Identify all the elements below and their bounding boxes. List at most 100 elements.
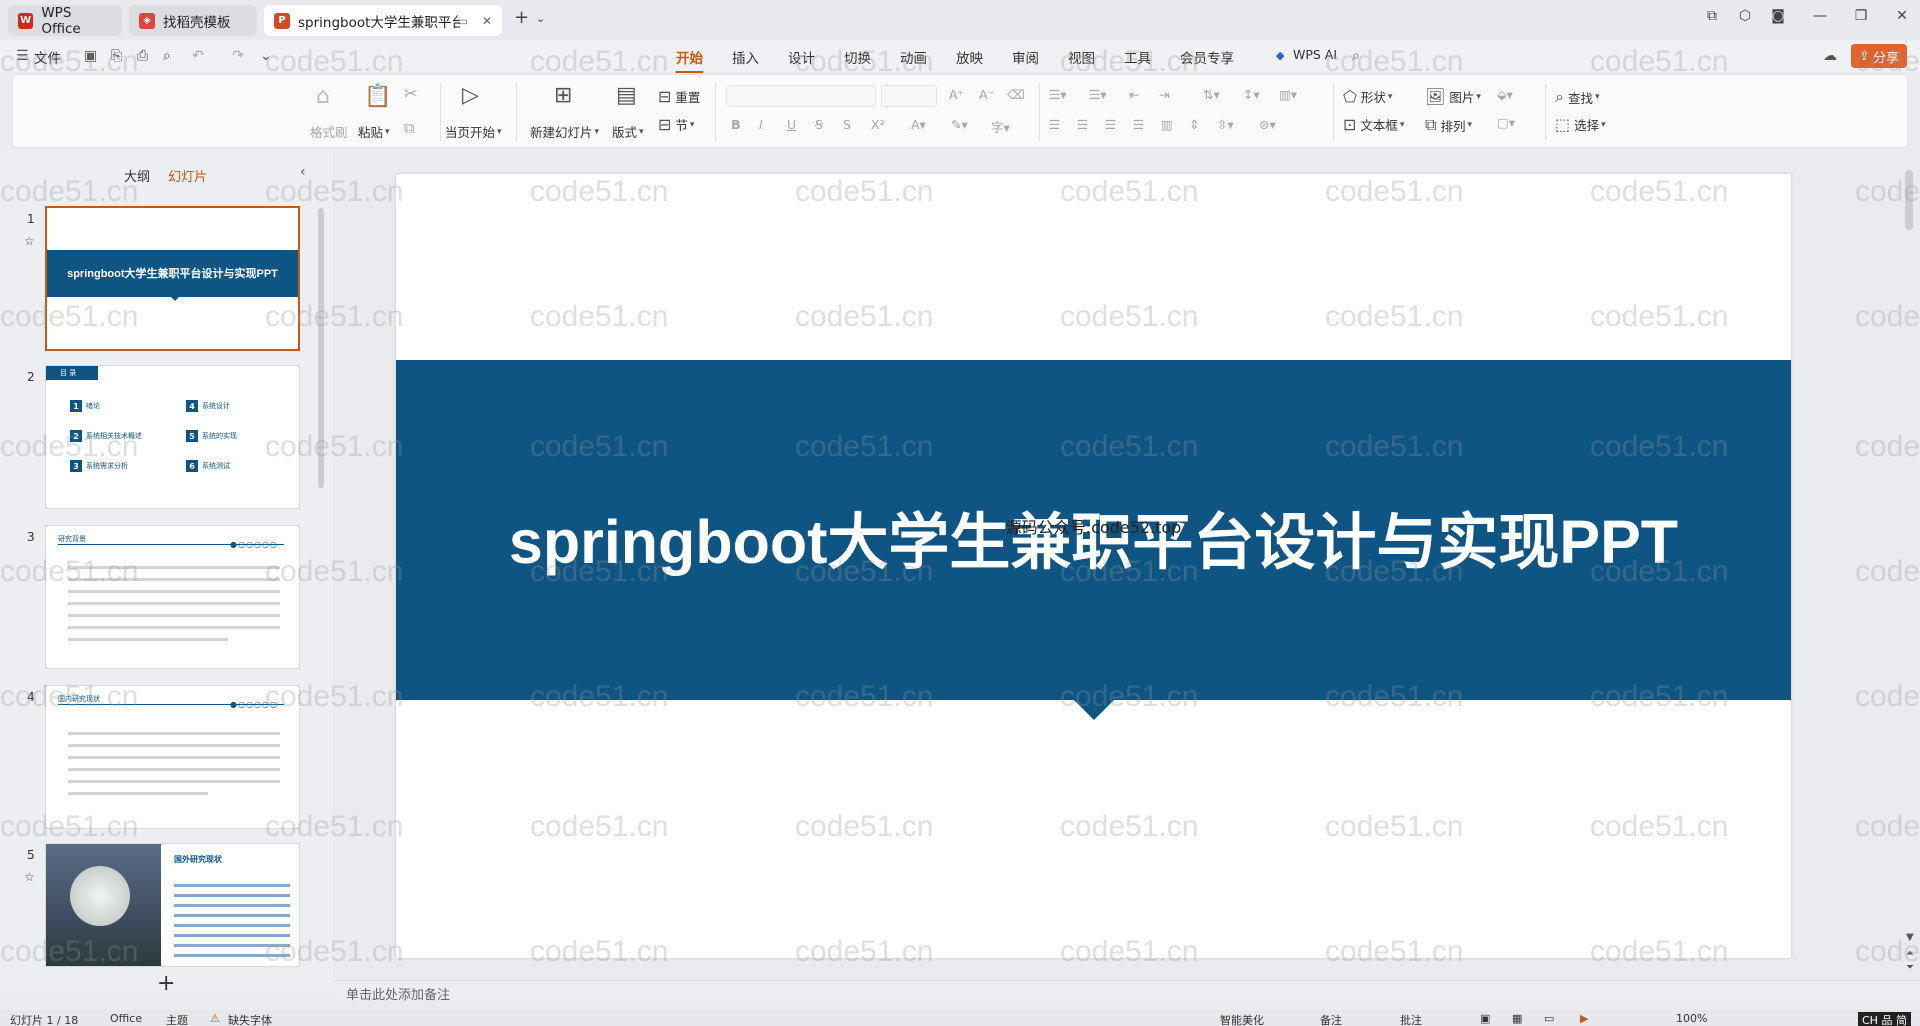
comments-toggle[interactable]: 批注: [1400, 1012, 1422, 1026]
decrease-font-icon[interactable]: A⁻: [979, 87, 994, 102]
shape-button[interactable]: ⬠ 形状 ▾: [1343, 87, 1392, 106]
menu-home[interactable]: 开始: [676, 47, 703, 73]
menu-design[interactable]: 设计: [788, 47, 815, 67]
slide-thumbnail-3[interactable]: 研究背景 ●○○○○○: [45, 525, 300, 669]
menu-wps-ai[interactable]: WPS AI: [1293, 47, 1337, 62]
font-family-select[interactable]: [726, 85, 876, 107]
print-icon[interactable]: ⎙: [137, 48, 148, 64]
superscript-icon[interactable]: X²: [871, 117, 885, 132]
export-icon[interactable]: ⎘: [111, 48, 122, 64]
vertical-align-icon[interactable]: ⇕: [1189, 117, 1199, 132]
close-window-icon[interactable]: ✕: [1890, 8, 1914, 24]
cloud-upload-icon[interactable]: ☁: [1823, 48, 1837, 64]
current-slide[interactable]: springboot大学生兼职平台设计与实现PPT 源码公众号:code52.t…: [396, 174, 1791, 958]
menu-insert[interactable]: 插入: [732, 47, 759, 67]
restore-icon[interactable]: ❐: [1849, 8, 1873, 24]
distribute-icon[interactable]: ▥: [1161, 117, 1173, 132]
font-color-icon[interactable]: A▾: [911, 117, 926, 132]
play-from-current-button[interactable]: 当页开始 ▾: [445, 122, 502, 141]
text-direction-icon[interactable]: ⇅▾: [1203, 87, 1220, 102]
slide-thumbnail-4[interactable]: 国内研究现状 ●○○○○○: [45, 685, 300, 829]
format-painter-button[interactable]: 格式刷: [310, 122, 348, 141]
theme-label[interactable]: 主题: [166, 1012, 188, 1026]
tab-slides[interactable]: 幻灯片: [168, 170, 207, 185]
picture-button[interactable]: 🖼 图片 ▾: [1425, 87, 1481, 106]
menu-tools[interactable]: 工具: [1124, 47, 1151, 67]
menu-file[interactable]: 文件: [34, 47, 61, 67]
share-button[interactable]: ⇪ 分享: [1851, 44, 1907, 68]
window-layout-icon[interactable]: ⧉: [1700, 8, 1724, 24]
paste-button[interactable]: 粘贴 ▾: [358, 122, 390, 141]
select-button[interactable]: ⬚ 选择 ▾: [1555, 115, 1606, 134]
collapse-panel-icon[interactable]: ‹: [300, 164, 306, 180]
normal-view-icon[interactable]: ▣: [1480, 1012, 1490, 1025]
menu-slideshow[interactable]: 放映: [956, 47, 983, 67]
menu-animation[interactable]: 动画: [900, 47, 927, 67]
monitor-icon[interactable]: ▭: [457, 14, 468, 28]
close-icon[interactable]: ✕: [482, 14, 492, 28]
star-icon[interactable]: ☆: [24, 234, 35, 248]
reset-button[interactable]: ⊟ 重置: [658, 87, 700, 106]
new-slide-button[interactable]: 新建幻灯片 ▾: [530, 122, 599, 141]
menu-member[interactable]: 会员专享: [1180, 47, 1234, 67]
phonetic-icon[interactable]: 字▾: [991, 117, 1010, 136]
reading-view-icon[interactable]: ▭: [1544, 1012, 1554, 1025]
search-icon[interactable]: ⌕: [1352, 48, 1360, 64]
redo-icon[interactable]: ↷: [232, 48, 244, 64]
office-theme[interactable]: Office: [110, 1012, 142, 1025]
canvas-scrollbar[interactable]: [1905, 170, 1913, 230]
align-center-icon[interactable]: ☰: [1077, 117, 1088, 132]
highlight-icon[interactable]: ✎▾: [951, 117, 968, 132]
italic-icon[interactable]: I: [759, 117, 763, 132]
cube-icon[interactable]: ⬡: [1733, 8, 1757, 24]
scroll-down-icon[interactable]: ▼: [1906, 932, 1914, 943]
copy-icon[interactable]: ⧉: [404, 119, 415, 137]
sorter-view-icon[interactable]: ▦: [1512, 1012, 1522, 1025]
clear-format-icon[interactable]: ⌫: [1007, 87, 1025, 102]
new-tab-icon[interactable]: +: [514, 7, 529, 28]
customize-quick-access-icon[interactable]: ⌄: [260, 48, 272, 64]
increase-indent-icon[interactable]: ⇥: [1159, 87, 1169, 102]
justify-icon[interactable]: ☰: [1133, 117, 1144, 132]
bold-icon[interactable]: B: [731, 117, 741, 132]
tab-ppt-document[interactable]: P springboot大学生兼职平台 ▭ ✕: [264, 5, 502, 36]
chevron-down-icon[interactable]: ⌄: [536, 12, 545, 25]
line-spacing-icon[interactable]: ↕▾: [1243, 87, 1260, 102]
paragraph-spacing-icon[interactable]: ⇳▾: [1217, 117, 1234, 132]
tab-docer-templates[interactable]: ◈ 找稻壳模板: [129, 5, 257, 36]
panel-scrollbar[interactable]: [318, 208, 324, 488]
underline-icon[interactable]: U: [787, 117, 796, 132]
save-icon[interactable]: ▣: [84, 48, 97, 64]
hamburger-icon[interactable]: ☰: [16, 48, 29, 64]
minimize-icon[interactable]: —: [1808, 8, 1832, 24]
menu-review[interactable]: 审阅: [1012, 47, 1039, 67]
slide-thumbnail-1[interactable]: springboot大学生兼职平台设计与实现PPT: [45, 206, 300, 351]
outline-icon[interactable]: ▢▾: [1497, 115, 1515, 130]
zoom-level[interactable]: 100%: [1676, 1012, 1707, 1025]
layout-button[interactable]: 版式 ▾: [612, 122, 644, 141]
print-preview-icon[interactable]: ⌕: [163, 48, 171, 64]
smart-beautify[interactable]: 智能美化: [1220, 1012, 1264, 1026]
bullet-list-icon[interactable]: ☰▾: [1049, 87, 1066, 102]
decrease-indent-icon[interactable]: ⇤: [1129, 87, 1139, 102]
fill-icon[interactable]: ⬙▾: [1497, 87, 1513, 102]
columns-icon[interactable]: ▥▾: [1279, 87, 1297, 102]
font-size-select[interactable]: [881, 85, 937, 107]
undo-icon[interactable]: ↶: [192, 48, 204, 64]
align-right-icon[interactable]: ☰: [1105, 117, 1116, 132]
align-left-icon[interactable]: ☰: [1049, 117, 1060, 132]
notes-toggle[interactable]: 备注: [1320, 1012, 1342, 1026]
section-button[interactable]: ⊟ 节 ▾: [658, 115, 694, 134]
star-icon[interactable]: ☆: [24, 870, 35, 884]
menu-view[interactable]: 视图: [1068, 47, 1095, 67]
avatar-icon[interactable]: ◙: [1766, 8, 1790, 24]
tab-wps-office[interactable]: W WPS Office: [8, 5, 122, 37]
tab-outline[interactable]: 大纲: [124, 170, 150, 185]
text-effects-icon[interactable]: ⊜▾: [1259, 117, 1276, 132]
play-slideshow-icon[interactable]: ▶: [1580, 1012, 1588, 1025]
prev-page-icon[interactable]: ⏶: [1906, 948, 1914, 959]
shadow-icon[interactable]: S: [843, 117, 851, 132]
arrange-button[interactable]: ⧉ 排列 ▾: [1425, 115, 1472, 135]
find-button[interactable]: ⌕ 查找 ▾: [1555, 87, 1600, 107]
textbox-button[interactable]: ⊡ 文本框 ▾: [1343, 115, 1404, 134]
